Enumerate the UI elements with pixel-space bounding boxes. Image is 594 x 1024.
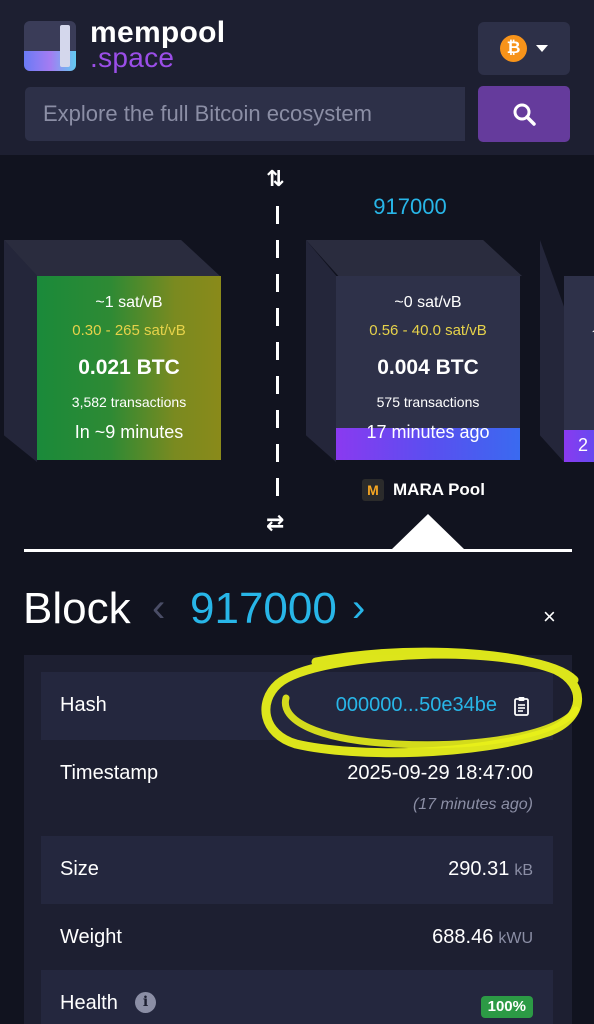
- size-unit: kB: [514, 862, 533, 879]
- logo-text-space[interactable]: .space: [90, 42, 174, 74]
- hash-row: Hash 000000...50e34be: [41, 672, 553, 740]
- previous-block-button[interactable]: ‹: [152, 586, 165, 631]
- timestamp-row: Timestamp 2025-09-29 18:47:00 (17 minute…: [41, 740, 553, 836]
- block-median-fee: ~1 sat/vB: [95, 294, 163, 311]
- block-tx-count: 3,582 transactions: [71, 394, 187, 410]
- health-row: Health i 100%: [41, 970, 553, 1024]
- block-time-ago: 17 minutes ago: [366, 422, 490, 442]
- weight-label: Weight: [60, 926, 122, 948]
- mining-pool[interactable]: M MARA Pool: [362, 478, 485, 502]
- search-input[interactable]: [25, 87, 465, 141]
- mempool-logo-icon[interactable]: [24, 21, 76, 71]
- size-value: 290.31 kB: [448, 858, 533, 881]
- search-icon: [513, 103, 536, 126]
- mara-pool-icon: M: [362, 479, 384, 501]
- size-number: 290.31: [448, 858, 510, 880]
- block-total-btc: 0.021 BTC: [78, 356, 180, 379]
- selected-block-pointer: [391, 514, 465, 550]
- chevron-down-icon: [536, 45, 548, 52]
- block-tx-count: 575 transactions: [376, 394, 480, 410]
- block-fee-range: 0.56 - 40.0 sat/vB: [369, 322, 487, 339]
- block-median-fee: ~0 sat/vB: [394, 294, 462, 311]
- next-block-button[interactable]: ›: [352, 586, 365, 631]
- timestamp-label: Timestamp: [60, 762, 159, 784]
- previous-block[interactable]: ~ 2: [540, 240, 594, 462]
- mempool-block[interactable]: ~1 sat/vB 0.30 - 265 sat/vB 0.021 BTC 3,…: [4, 240, 221, 462]
- health-label: Health: [60, 992, 118, 1014]
- weight-unit: kWU: [498, 930, 533, 947]
- selected-block-height[interactable]: 917000: [340, 194, 480, 220]
- timestamp-value: 2025-09-29 18:47:00: [347, 762, 533, 784]
- network-selector-button[interactable]: ₿: [478, 22, 570, 75]
- swap-horizontal-icon[interactable]: ⇄: [266, 510, 284, 536]
- weight-number: 688.46: [432, 926, 494, 948]
- block-height-title: 917000: [190, 584, 337, 633]
- mempool-divider: [276, 206, 279, 506]
- confirmed-block[interactable]: ~0 sat/vB 0.56 - 40.0 sat/vB 0.004 BTC 5…: [306, 240, 522, 462]
- health-badge: 100%: [480, 996, 533, 1018]
- block-eta: In ~9 minutes: [74, 422, 184, 442]
- blockchain-baseline: [24, 549, 572, 552]
- bitcoin-icon: ₿: [500, 35, 527, 62]
- swap-vertical-icon[interactable]: ⇅: [266, 166, 284, 192]
- hash-link[interactable]: 000000...50e34be: [336, 694, 497, 717]
- search-button[interactable]: [478, 86, 570, 142]
- pool-name: MARA Pool: [393, 480, 485, 499]
- block-total-btc: 0.004 BTC: [377, 356, 479, 379]
- info-icon[interactable]: i: [135, 992, 156, 1013]
- size-row: Size 290.31 kB: [41, 836, 553, 904]
- weight-value: 688.46 kWU: [432, 926, 533, 949]
- close-button[interactable]: ×: [543, 604, 556, 630]
- size-label: Size: [60, 858, 99, 880]
- block-fee-range: 0.30 - 265 sat/vB: [72, 322, 186, 339]
- page-title: Block: [23, 584, 131, 633]
- hash-label: Hash: [60, 694, 107, 716]
- copy-icon[interactable]: [513, 696, 531, 716]
- weight-row: Weight 688.46 kWU: [41, 904, 553, 972]
- top-navbar: mempool .space ₿: [0, 0, 594, 155]
- block-time-ago: 2: [578, 435, 589, 455]
- timestamp-relative: (17 minutes ago): [412, 796, 533, 813]
